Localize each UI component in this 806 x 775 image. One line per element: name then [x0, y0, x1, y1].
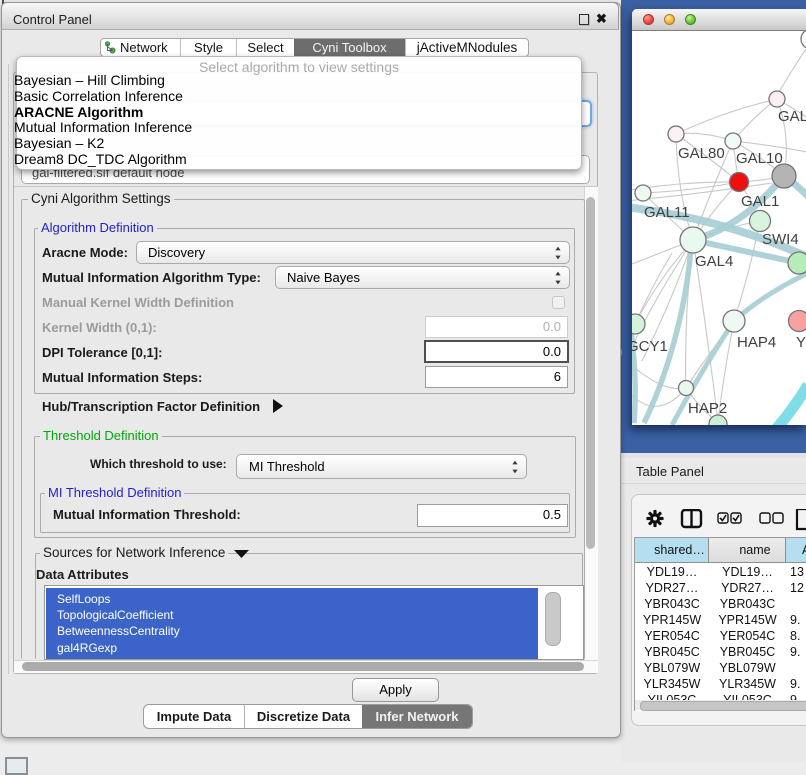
svg-text:GAL80: GAL80 — [678, 145, 725, 162]
svg-text:HAP4: HAP4 — [737, 334, 776, 351]
svg-text:GAL1: GAL1 — [741, 193, 779, 210]
svg-text:GAL4: GAL4 — [695, 253, 733, 270]
svg-text:GCY1: GCY1 — [632, 338, 668, 355]
svg-text:GAL10: GAL10 — [736, 150, 783, 167]
svg-text:SWI4: SWI4 — [762, 231, 799, 248]
svg-text:GAL7: GAL7 — [778, 108, 806, 125]
svg-text:GAL11: GAL11 — [644, 204, 690, 221]
svg-text:HAP2: HAP2 — [688, 400, 727, 417]
svg-text:YP: YP — [796, 334, 806, 351]
